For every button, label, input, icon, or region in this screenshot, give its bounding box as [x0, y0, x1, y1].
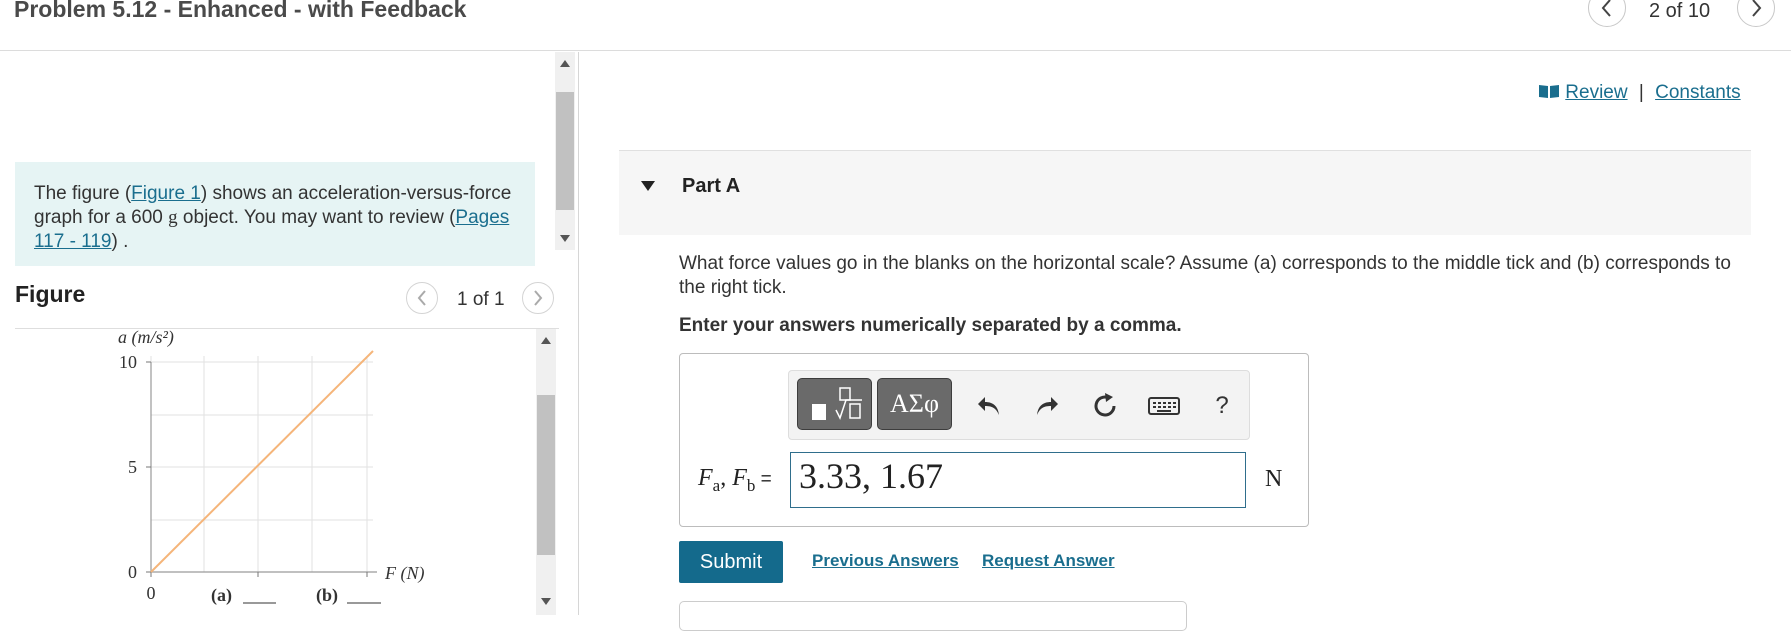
part-title: Part A — [682, 175, 741, 197]
previous-answers-link[interactable]: Previous Answers — [812, 551, 959, 571]
question-text: What force values go in the blanks on th… — [679, 253, 1731, 298]
x-blank-b-label: (b) — [316, 585, 338, 606]
caret-down-icon[interactable] — [640, 180, 656, 192]
mass-unit: g — [168, 207, 178, 228]
x-axis-label: F (N) — [384, 563, 425, 584]
y-tick-label: 0 — [128, 562, 137, 582]
answer-panel: ΑΣφ ? Fa, Fb = 3.33, 1.67 N — [679, 353, 1309, 527]
help-icon[interactable]: ? — [1207, 391, 1237, 421]
link-separator: | — [1638, 82, 1644, 103]
intro-scrollbar-thumb[interactable] — [556, 92, 574, 210]
undo-icon[interactable] — [974, 391, 1004, 421]
figure-panel: a (m/s²) 10 5 0 0 (a) (b) F (N) — [0, 329, 560, 615]
previous-figure-button[interactable] — [406, 282, 438, 314]
y-axis-label: a (m/s²) — [118, 329, 174, 348]
reference-links: Review | Constants — [1538, 82, 1741, 104]
figure-1-link[interactable]: Figure 1 — [131, 183, 201, 204]
header-bar: Problem 5.12 - Enhanced - with Feedback … — [0, 0, 1791, 51]
acceleration-force-graph: a (m/s²) 10 5 0 0 (a) (b) F (N) — [118, 329, 425, 606]
equals-sign: = — [755, 469, 772, 490]
chevron-right-icon — [1752, 0, 1762, 17]
problem-counter: 2 of 10 — [1649, 0, 1711, 22]
scroll-down-icon[interactable] — [558, 232, 572, 246]
scroll-up-icon[interactable] — [558, 56, 572, 70]
previous-problem-button[interactable] — [1588, 0, 1626, 27]
greek-symbols-button[interactable]: ΑΣφ — [877, 378, 952, 430]
chevron-left-icon — [417, 290, 426, 306]
redo-icon[interactable] — [1032, 391, 1062, 421]
scroll-down-icon[interactable] — [539, 595, 553, 609]
intro-scrollbar[interactable] — [555, 52, 575, 250]
next-problem-button[interactable] — [1737, 0, 1775, 27]
scroll-up-icon[interactable] — [539, 333, 553, 347]
intro-text-part: The figure ( — [34, 183, 132, 204]
intro-text-part: ) . — [111, 231, 129, 252]
instruction-text: Enter your answers numerically separated… — [679, 315, 1182, 336]
figure-scrollbar-thumb[interactable] — [537, 395, 555, 555]
chevron-right-icon — [534, 290, 543, 306]
variable-fa: F — [698, 465, 713, 491]
problem-title: Problem 5.12 - Enhanced - with Feedback — [14, 0, 467, 22]
x-blank-a-label: (a) — [211, 585, 232, 606]
part-a-header[interactable]: Part A — [619, 150, 1751, 235]
templates-icon — [811, 387, 862, 420]
book-icon — [1539, 85, 1559, 98]
reset-icon[interactable] — [1090, 391, 1120, 421]
intro-pane: The figure (Figure 1) shows an accelerat… — [0, 52, 578, 266]
templates-button[interactable] — [797, 378, 872, 430]
answer-label: Fa, Fb = — [698, 465, 772, 496]
constants-link[interactable]: Constants — [1655, 82, 1741, 103]
request-answer-link[interactable]: Request Answer — [982, 551, 1115, 571]
answer-input[interactable]: 3.33, 1.67 — [790, 452, 1246, 508]
review-link[interactable]: Review — [1565, 82, 1627, 103]
label-separator: , — [720, 465, 733, 491]
y-tick-label: 10 — [119, 352, 137, 372]
submit-button[interactable]: Submit — [679, 541, 783, 583]
pane-divider — [578, 52, 579, 615]
chevron-left-icon — [1601, 0, 1611, 17]
greek-symbols-icon: ΑΣφ — [890, 389, 939, 418]
feedback-box — [679, 601, 1187, 631]
variable-fb: F — [732, 465, 747, 491]
graph-data-line — [150, 350, 374, 573]
unit-label: N — [1265, 466, 1283, 492]
x-tick-label: 0 — [147, 583, 156, 603]
keyboard-icon[interactable] — [1147, 391, 1181, 421]
figure-counter: 1 of 1 — [457, 289, 505, 310]
intro-text-part: object. You may want to review ( — [177, 207, 456, 228]
math-toolbar: ΑΣφ ? — [788, 370, 1250, 440]
intro-text: The figure (Figure 1) shows an accelerat… — [15, 162, 535, 266]
y-tick-label: 5 — [128, 457, 137, 477]
next-figure-button[interactable] — [522, 282, 554, 314]
figure-heading: Figure — [15, 281, 86, 307]
figure-scrollbar[interactable] — [536, 329, 556, 615]
